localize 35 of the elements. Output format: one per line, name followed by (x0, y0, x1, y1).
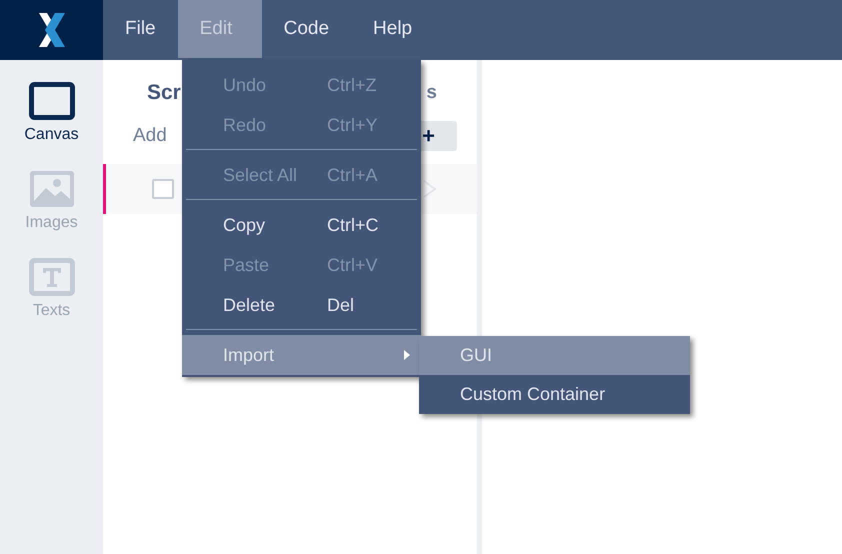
entry-label: Paste (223, 254, 270, 276)
entry-label: Undo (223, 74, 268, 96)
text-icon (28, 258, 74, 296)
shortcut-label: Ctrl+Y (327, 114, 378, 136)
entry-label: Copy (223, 214, 266, 236)
menu-entry[interactable]: Copy Ctrl+C (182, 205, 421, 245)
entry-label: Import (223, 344, 276, 366)
menu-item[interactable]: Edit (178, 0, 262, 58)
menu-entry[interactable]: GUI (419, 336, 690, 375)
entry-label: Delete (223, 294, 276, 316)
sidebar-label[interactable]: Images (25, 214, 78, 232)
shortcut-label: Ctrl+V (327, 254, 378, 276)
logo-icon (38, 13, 64, 47)
panel-title: Scr (147, 81, 181, 105)
image-icon (28, 170, 74, 208)
menu-item[interactable]: Code (262, 0, 352, 58)
submenu-arrow-icon (404, 350, 410, 360)
entry-label: Select All (223, 164, 298, 186)
canvas-icon (28, 82, 74, 120)
menu-item[interactable]: File (103, 0, 178, 58)
shortcut-label: Del (327, 294, 354, 316)
shortcut-label: Ctrl+A (327, 164, 378, 186)
menu-entry[interactable]: Custom Container (419, 375, 690, 414)
chevron-icon (423, 180, 437, 198)
menu-entry[interactable]: Delete Del (182, 285, 421, 325)
tab-label[interactable]: s (426, 82, 437, 104)
shortcut-label: Ctrl+Z (327, 74, 376, 96)
checkbox[interactable] (152, 179, 174, 199)
menu-item[interactable]: Help (351, 0, 434, 58)
menu-entry[interactable]: Import (182, 335, 421, 375)
add-label: Add (133, 125, 167, 147)
shortcut-label: Ctrl+C (327, 214, 379, 236)
entry-label: Redo (223, 114, 268, 136)
sidebar-label[interactable]: Canvas (24, 126, 79, 144)
sidebar-label[interactable]: Texts (32, 302, 70, 320)
